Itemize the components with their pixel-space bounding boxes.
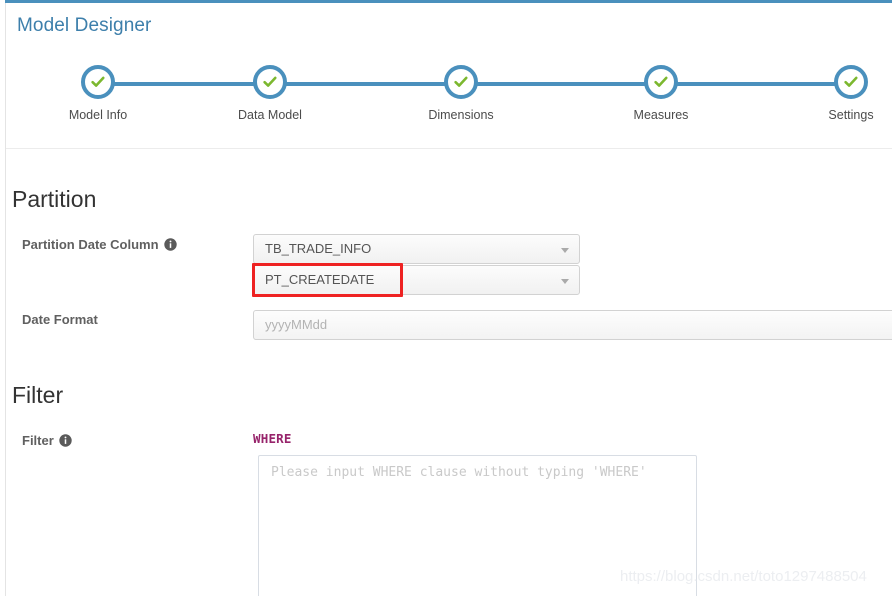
check-icon (843, 74, 859, 90)
model-designer-page: Model Designer Model Info Data Model Dim… (0, 0, 892, 596)
stepper-step-settings[interactable]: Settings (791, 58, 892, 122)
filter-label: Filter (22, 433, 72, 450)
stepper-step-label: Data Model (238, 108, 302, 122)
page-title: Model Designer (17, 15, 152, 36)
stepper-step-data-model[interactable]: Data Model (210, 58, 330, 122)
date-format-input[interactable]: yyyyMMdd (253, 310, 892, 340)
check-icon (90, 74, 106, 90)
partition-section-heading: Partition (12, 186, 97, 212)
check-icon (653, 74, 669, 90)
check-icon (453, 74, 469, 90)
where-keyword-label: WHERE (253, 431, 292, 446)
partition-column-select-value: PT_CREATEDATE (265, 272, 375, 287)
top-accent-bar (5, 0, 892, 3)
step-circle-complete (81, 65, 115, 99)
stepper-step-label: Measures (633, 108, 689, 122)
filter-label-text: Filter (22, 433, 54, 448)
step-circle-complete (253, 65, 287, 99)
watermark: https://blog.csdn.net/toto1297488504 (620, 568, 867, 585)
partition-date-column-label: Partition Date Column (22, 237, 177, 254)
chevron-down-icon (561, 248, 569, 253)
stepper-step-label: Model Info (68, 108, 128, 122)
stepper-step-label: Settings (828, 108, 874, 122)
stepper-step-measures[interactable]: Measures (601, 58, 721, 122)
wizard-stepper: Model Info Data Model Dimensions Measure… (0, 58, 892, 130)
partition-column-select[interactable]: PT_CREATEDATE (253, 265, 580, 295)
where-clause-placeholder: Please input WHERE clause without typing… (271, 465, 647, 480)
partition-date-column-label-text: Partition Date Column (22, 237, 159, 252)
stepper-step-dimensions[interactable]: Dimensions (401, 58, 521, 122)
stepper-step-label: Dimensions (428, 108, 494, 122)
date-format-placeholder: yyyyMMdd (265, 317, 328, 332)
info-icon[interactable] (59, 434, 72, 450)
step-circle-complete (444, 65, 478, 99)
step-circle-complete (834, 65, 868, 99)
check-icon (262, 74, 278, 90)
date-format-label: Date Format (22, 312, 98, 327)
chevron-down-icon (561, 279, 569, 284)
date-format-label-text: Date Format (22, 312, 98, 327)
partition-table-select[interactable]: TB_TRADE_INFO (253, 234, 580, 264)
filter-section-heading: Filter (12, 382, 64, 408)
stepper-step-model-info[interactable]: Model Info (38, 58, 158, 122)
info-icon[interactable] (163, 238, 177, 254)
partition-table-select-value: TB_TRADE_INFO (265, 241, 372, 256)
section-divider (6, 148, 892, 149)
step-circle-complete (644, 65, 678, 99)
